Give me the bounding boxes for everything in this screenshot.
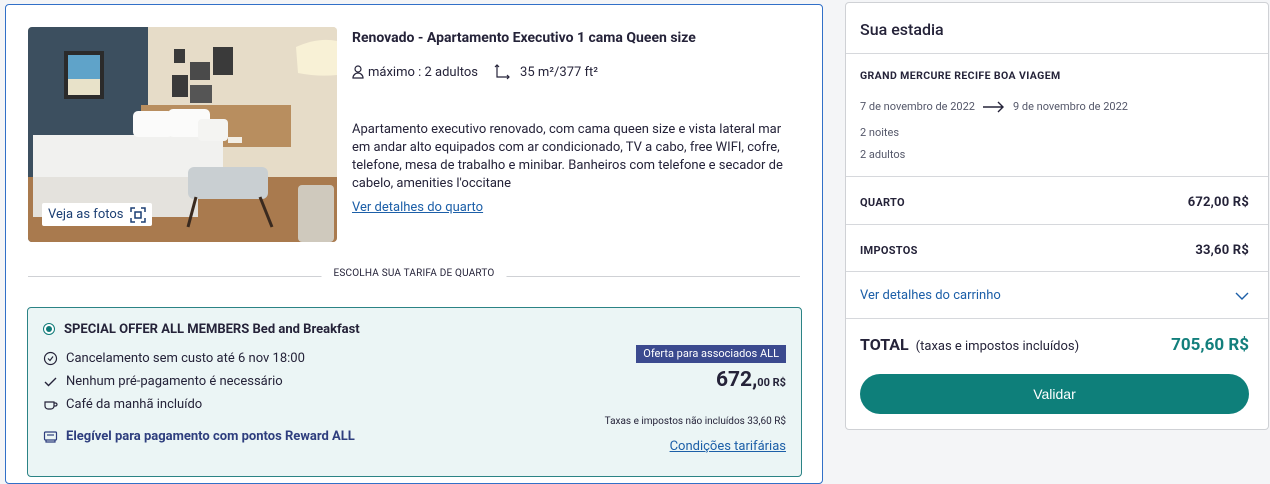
room-card: Veja as fotos Renovado - Apartamento Exe… [5,4,823,484]
gallery-icon [129,206,146,223]
stay-dates: 7 de novembro de 2022 9 de novembro de 2… [860,100,1128,113]
divider [846,224,1268,225]
area-icon [494,64,510,80]
reward-card-icon [43,431,58,443]
area-text: 35 m²/377 ft² [520,64,599,80]
date-from: 7 de novembro de 2022 [860,100,975,113]
rate-radio[interactable] [43,323,55,335]
prepayment-line: Nenhum pré-pagamento é necessário [43,374,283,389]
capacity-item: máximo : 2 adultos [352,65,478,80]
total-value: 705,60 R$ [1171,335,1249,355]
check-icon [44,377,57,387]
stay-summary-panel: Sua estadia GRAND MERCURE RECIFE BOA VIA… [845,2,1269,430]
reward-text: Elegível para pagamento com pontos Rewar… [66,429,355,444]
tax-label: IMPOSTOS [860,244,918,257]
rate-price: 672, 00 R$ [716,368,786,392]
clock-icon [43,351,58,366]
cancellation-text: Cancelamento sem custo até 6 nov 18:00 [66,351,305,366]
hotel-name: GRAND MERCURE RECIFE BOA VIAGEM [860,69,1061,82]
view-photos-label: Veja as fotos [48,207,124,222]
divider [846,176,1268,177]
breakfast-text: Café da manhã incluído [66,397,203,412]
room-meta: máximo : 2 adultos 35 m²/377 ft² [352,64,598,80]
tariff-conditions-link[interactable]: Condições tarifárias [670,439,786,454]
reward-line: Elegível para pagamento com pontos Rewar… [43,429,355,444]
room-price-row: QUARTO 672,00 R$ [860,195,1249,210]
date-to: 9 de novembro de 2022 [1012,100,1128,113]
view-photos-button[interactable]: Veja as fotos [42,203,152,226]
divider [846,271,1268,272]
stay-title: Sua estadia [860,20,944,39]
total-label: TOTAL [860,335,909,354]
choose-rate-label: ESCOLHA SUA TARIFA DE QUARTO [321,268,507,279]
room-photo[interactable]: Veja as fotos [28,27,337,242]
cart-details-label: Ver detalhes do carrinho [860,288,1001,303]
prepayment-text: Nenhum pré-pagamento é necessário [66,374,283,389]
price-cents: 00 R$ [757,376,786,389]
price-main: 672, [715,368,758,392]
area-item: 35 m²/377 ft² [494,64,598,80]
person-icon [352,65,364,79]
total-sublabel: (taxas e impostos incluídos) [915,339,1080,354]
arrow-right-icon [982,101,1004,112]
validate-button[interactable]: Validar [860,374,1249,414]
chevron-down-icon [1235,292,1249,300]
rate-name: SPECIAL OFFER ALL MEMBERS Bed and Breakf… [64,322,360,337]
divider [846,53,1268,54]
room-description: Apartamento executivo renovado, com cama… [352,122,783,191]
rate-option[interactable]: SPECIAL OFFER ALL MEMBERS Bed and Breakf… [27,307,802,477]
tax-value: 33,60 R$ [1195,243,1249,258]
room-price-label: QUARTO [860,196,905,209]
member-offer-badge: Oferta para associados ALL [636,345,786,363]
room-price-value: 672,00 R$ [1187,195,1249,210]
capacity-text: máximo : 2 adultos [368,64,479,80]
divider [846,318,1268,319]
nights-count: 2 noites [860,126,900,139]
cancellation-line: Cancelamento sem custo até 6 nov 18:00 [43,351,305,366]
cart-details-toggle[interactable]: Ver detalhes do carrinho [860,288,1249,303]
tax-note: Taxas e impostos não incluídos 33,60 R$ [604,416,786,427]
breakfast-line: Café da manhã incluído [43,397,202,412]
coffee-cup-icon [44,401,58,410]
room-details-link[interactable]: Ver detalhes do quarto [352,200,483,215]
room-title: Renovado - Apartamento Executivo 1 cama … [352,30,696,46]
tax-row: IMPOSTOS 33,60 R$ [860,243,1249,258]
total-row: TOTAL (taxas e impostos incluídos) 705,6… [860,335,1249,355]
adults-count: 2 adultos [860,148,906,161]
